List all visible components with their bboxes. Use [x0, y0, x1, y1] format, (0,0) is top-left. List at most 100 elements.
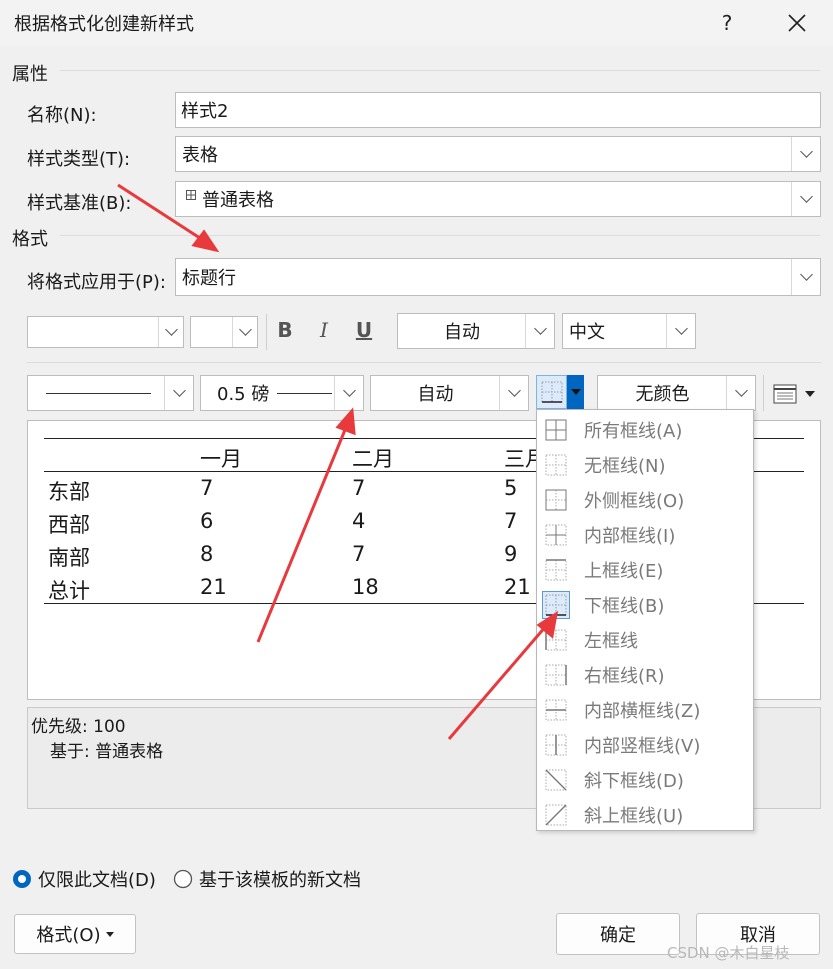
table-cell: 6 — [200, 509, 214, 533]
inside-vertical-border-icon — [545, 734, 567, 755]
menu-item-no-border[interactable]: 无框线(N) — [537, 447, 753, 482]
menu-item-label: 下框线(B) — [584, 595, 665, 617]
border-type-button[interactable] — [536, 375, 588, 411]
menu-item-label: 内部横框线(Z) — [584, 700, 701, 722]
ok-button[interactable]: 确定 — [556, 913, 680, 955]
table-cell: 东部 — [48, 480, 90, 504]
chevron-down-icon — [525, 314, 554, 348]
outside-borders-icon — [545, 489, 567, 510]
table-cell: 7 — [200, 476, 214, 500]
border-style-select[interactable] — [27, 375, 194, 411]
menu-item-label: 斜下框线(D) — [584, 770, 684, 792]
font-color-value: 自动 — [444, 322, 480, 343]
right-border-icon — [545, 664, 567, 685]
table-cell: 总计 — [48, 579, 90, 603]
chevron-down-icon — [791, 137, 820, 171]
table-cell: 8 — [200, 542, 214, 566]
menu-item-label: 所有框线(A) — [584, 420, 683, 442]
based-on-text: 基于: 普通表格 — [50, 742, 164, 762]
radio-unselected-icon — [173, 869, 193, 889]
menu-item-top-border[interactable]: 上框线(E) — [537, 552, 753, 587]
table-cell: 21 — [504, 575, 531, 599]
menu-item-left-border[interactable]: 左框线 — [537, 622, 753, 657]
priority-text: 优先级: 100 — [31, 717, 126, 737]
radio-new-documents[interactable]: 基于该模板的新文档 — [173, 866, 361, 892]
radio-label: 基于该模板的新文档 — [199, 870, 361, 891]
menu-item-inside-horizontal[interactable]: 内部横框线(Z) — [537, 692, 753, 727]
all-borders-icon — [545, 419, 567, 440]
apply-to-label: 将格式应用于(P): — [27, 272, 166, 293]
table-cell: 7 — [352, 476, 366, 500]
divider — [27, 362, 821, 363]
menu-item-label: 外侧框线(O) — [584, 490, 685, 512]
style-based-select[interactable]: 普通表格 — [175, 181, 821, 217]
radio-selected-icon — [13, 870, 31, 888]
caret-down-icon — [570, 389, 581, 395]
properties-section-title: 属性 — [12, 64, 48, 85]
chevron-down-icon — [499, 376, 528, 410]
chevron-down-icon — [726, 376, 755, 410]
chevron-down-icon — [164, 376, 193, 410]
close-button[interactable] — [782, 8, 812, 38]
radio-this-document[interactable]: 仅限此文档(D) — [12, 866, 156, 892]
border-color-select[interactable]: 自动 — [370, 375, 529, 411]
no-border-icon — [545, 454, 567, 475]
menu-item-diagonal-down[interactable]: 斜下框线(D) — [537, 762, 753, 797]
menu-item-outside-borders[interactable]: 外侧框线(O) — [537, 482, 753, 517]
name-input[interactable]: 样式2 — [175, 92, 821, 128]
cell-alignment-button[interactable] — [773, 382, 823, 406]
border-weight-select[interactable]: 0.5 磅 — [200, 375, 364, 411]
selected-item-highlight — [542, 590, 570, 619]
table-cell: 4 — [352, 509, 366, 533]
menu-item-bottom-border[interactable]: 下框线(B) — [537, 587, 753, 622]
menu-item-diagonal-up[interactable]: 斜上框线(U) — [537, 797, 753, 832]
menu-item-all-borders[interactable]: 所有框线(A) — [537, 412, 753, 447]
chevron-down-icon — [791, 259, 820, 295]
menu-item-right-border[interactable]: 右框线(R) — [537, 657, 753, 692]
menu-item-inside-borders[interactable]: 内部框线(I) — [537, 517, 753, 552]
table-cell: 7 — [504, 509, 518, 533]
help-button[interactable]: ? — [712, 8, 742, 38]
diagonal-down-border-icon — [545, 769, 567, 790]
chevron-down-icon — [666, 314, 695, 348]
caret-down-icon — [105, 931, 114, 937]
format-button[interactable]: 格式(O) — [14, 914, 136, 954]
script-select[interactable]: 中文 — [562, 313, 696, 349]
menu-item-inside-vertical[interactable]: 内部竖框线(V) — [537, 727, 753, 762]
chevron-down-icon — [791, 182, 820, 216]
border-type-dropdown[interactable] — [567, 375, 584, 409]
style-type-select[interactable]: 表格 — [175, 136, 821, 172]
font-color-select[interactable]: 自动 — [397, 313, 555, 349]
menu-item-label: 内部竖框线(V) — [584, 735, 701, 757]
cell-alignment-icon — [773, 384, 797, 404]
menu-item-label: 右框线(R) — [584, 665, 665, 687]
table-cell: 西部 — [48, 513, 90, 537]
underline-button[interactable]: U — [351, 318, 377, 342]
shading-select[interactable]: 无颜色 — [597, 375, 756, 411]
apply-to-select[interactable]: 标题行 — [175, 258, 821, 296]
font-name-select[interactable] — [27, 316, 184, 348]
border-menu: 所有框线(A) 无框线(N) 外侧框线(O) 内部框线(I) 上框线(E) 下框… — [536, 409, 754, 831]
top-border-icon — [545, 558, 567, 580]
table-cell: 7 — [352, 542, 366, 566]
toolbar-separator — [266, 314, 267, 350]
menu-item-label: 内部框线(I) — [584, 525, 676, 547]
format-button-label: 格式(O) — [36, 925, 101, 946]
divider — [60, 70, 820, 71]
bold-button[interactable]: B — [272, 318, 298, 342]
border-type-current[interactable] — [536, 375, 567, 409]
style-type-label: 样式类型(T): — [27, 149, 131, 170]
table-cell: 5 — [504, 476, 518, 500]
italic-button[interactable]: I — [311, 318, 337, 342]
radio-label: 仅限此文档(D) — [38, 870, 156, 891]
name-label: 名称(N): — [27, 105, 97, 126]
chevron-down-icon — [158, 317, 183, 347]
script-value: 中文 — [569, 322, 605, 343]
table-style-icon — [186, 190, 196, 200]
inside-horizontal-border-icon — [545, 699, 567, 720]
border-weight-value: 0.5 磅 — [217, 384, 270, 405]
bottom-border-icon — [545, 594, 567, 616]
border-color-value: 自动 — [417, 384, 454, 405]
font-size-select[interactable] — [190, 316, 258, 348]
table-cell: 南部 — [48, 546, 90, 570]
